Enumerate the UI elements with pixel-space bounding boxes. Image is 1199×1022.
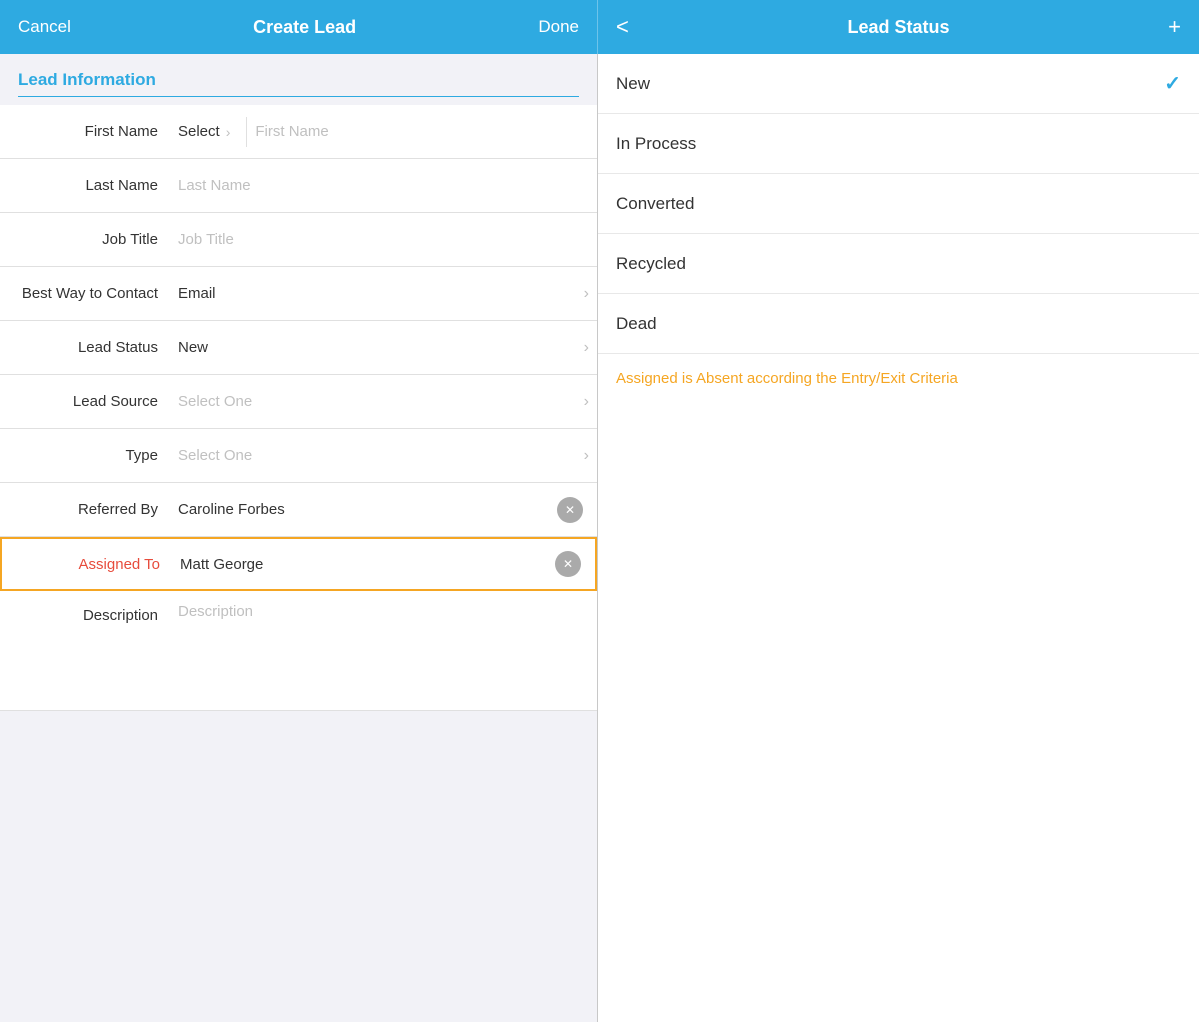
status-item-in-process[interactable]: In Process [598, 114, 1199, 174]
warning-message: Assigned is Absent according the Entry/E… [598, 354, 1199, 403]
description-row: Description [0, 591, 597, 711]
job-title-label: Job Title [0, 231, 170, 248]
lead-source-value: Select One › [170, 393, 597, 411]
lead-status-current: New [178, 339, 208, 356]
type-placeholder: Select One [178, 447, 252, 464]
main-content: Lead Information First Name Select › Las… [0, 54, 1199, 1022]
done-button[interactable]: Done [538, 17, 579, 37]
best-way-current: Email [178, 285, 216, 302]
description-value [170, 591, 597, 703]
assigned-to-clear-button[interactable] [555, 551, 581, 577]
status-item-new[interactable]: New ✓ [598, 54, 1199, 114]
lead-status-value: New › [170, 339, 597, 357]
right-panel: New ✓ In Process Converted Recycled Dead… [598, 54, 1199, 1022]
status-item-dead[interactable]: Dead [598, 294, 1199, 354]
type-row: Type Select One › [0, 429, 597, 483]
referred-by-row: Referred By Caroline Forbes [0, 483, 597, 537]
section-title: Lead Information [18, 70, 579, 90]
last-name-row: Last Name [0, 159, 597, 213]
job-title-row: Job Title [0, 213, 597, 267]
status-new-label: New [616, 74, 650, 94]
referred-by-text: Caroline Forbes [178, 501, 557, 518]
left-nav: Cancel Create Lead Done [0, 0, 598, 54]
lead-status-chevron-icon: › [584, 339, 589, 357]
salutation-text: Select [178, 123, 220, 140]
lead-status-label: Lead Status [0, 339, 170, 356]
type-chevron-icon: › [584, 447, 589, 465]
status-item-recycled[interactable]: Recycled [598, 234, 1199, 294]
lead-source-placeholder: Select One [178, 393, 252, 410]
status-dead-label: Dead [616, 314, 657, 334]
first-name-row: First Name Select › [0, 105, 597, 159]
description-label: Description [0, 591, 170, 624]
status-new-check-icon: ✓ [1164, 71, 1181, 96]
best-way-chevron-icon: › [584, 285, 589, 303]
assigned-to-label: Assigned To [2, 556, 172, 573]
referred-by-clear-button[interactable] [557, 497, 583, 523]
referred-by-label: Referred By [0, 501, 170, 518]
job-title-input[interactable] [178, 231, 589, 248]
assigned-to-row: Assigned To Matt George [0, 537, 597, 591]
salutation-separator [246, 117, 247, 147]
assigned-to-text: Matt George [180, 556, 555, 573]
lead-source-label: Lead Source [0, 393, 170, 410]
last-name-label: Last Name [0, 177, 170, 194]
status-item-converted[interactable]: Converted [598, 174, 1199, 234]
salutation-select[interactable]: Select › [178, 123, 238, 140]
back-icon[interactable]: < [616, 14, 629, 40]
first-name-label: First Name [0, 123, 170, 140]
add-status-icon[interactable]: + [1168, 14, 1181, 40]
best-way-row: Best Way to Contact Email › [0, 267, 597, 321]
form-table: First Name Select › Last Name [0, 105, 597, 711]
type-value: Select One › [170, 447, 597, 465]
first-name-input[interactable] [255, 123, 589, 140]
description-input[interactable] [178, 603, 589, 703]
section-divider [18, 96, 579, 97]
assigned-to-value: Matt George [172, 551, 595, 577]
status-recycled-label: Recycled [616, 254, 686, 274]
type-label: Type [0, 447, 170, 464]
section-header: Lead Information [0, 54, 597, 105]
right-nav: < Lead Status + [598, 0, 1199, 54]
lead-status-title: Lead Status [847, 17, 949, 38]
best-way-select[interactable]: Email › [178, 285, 589, 303]
best-way-label: Best Way to Contact [0, 285, 170, 302]
status-converted-label: Converted [616, 194, 694, 214]
last-name-value [170, 177, 597, 194]
top-nav: Cancel Create Lead Done < Lead Status + [0, 0, 1199, 54]
referred-by-value: Caroline Forbes [170, 497, 597, 523]
lead-status-select[interactable]: New › [178, 339, 589, 357]
last-name-input[interactable] [178, 177, 589, 194]
left-panel: Lead Information First Name Select › Las… [0, 54, 598, 1022]
salutation-chevron-icon: › [226, 124, 231, 140]
lead-source-row: Lead Source Select One › [0, 375, 597, 429]
best-way-value: Email › [170, 285, 597, 303]
create-lead-title: Create Lead [253, 17, 356, 38]
first-name-value: Select › [170, 117, 597, 147]
cancel-button[interactable]: Cancel [18, 17, 71, 37]
status-in-process-label: In Process [616, 134, 696, 154]
lead-source-chevron-icon: › [584, 393, 589, 411]
type-select[interactable]: Select One › [178, 447, 589, 465]
lead-status-row: Lead Status New › [0, 321, 597, 375]
lead-source-select[interactable]: Select One › [178, 393, 589, 411]
job-title-value [170, 231, 597, 248]
